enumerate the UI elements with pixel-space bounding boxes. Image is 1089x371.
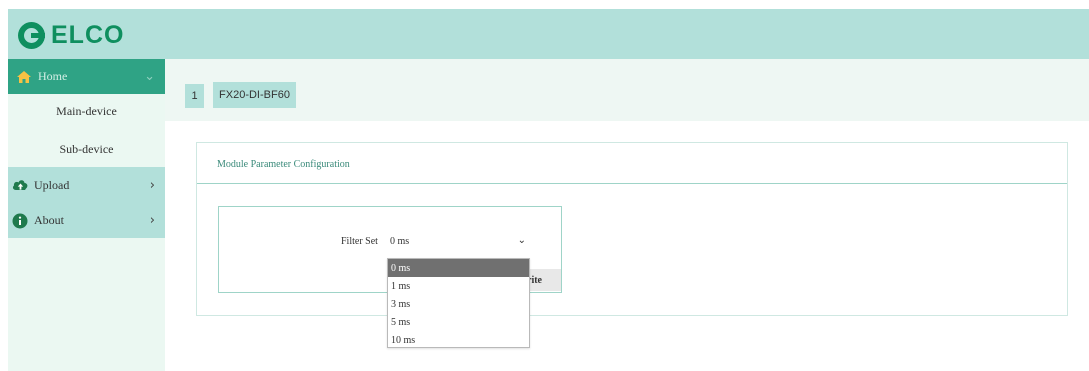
card-title: Module Parameter Configuration (217, 159, 350, 170)
filter-set-select[interactable]: 0 ms ⌄ (387, 229, 530, 254)
sidebar-item-label: About (34, 213, 64, 227)
sidebar-item-sub-device[interactable]: Sub-device (8, 142, 165, 157)
dropdown-option[interactable]: 3 ms (388, 295, 529, 313)
tabs-bar (165, 59, 1089, 121)
cloud-upload-icon (12, 177, 28, 193)
sidebar: Home ⌄ Main-device Sub-device Upload › A… (8, 59, 165, 371)
chevron-right-icon: › (149, 177, 155, 193)
tab-index[interactable]: 1 (185, 84, 204, 108)
sidebar-item-about[interactable]: About › (8, 203, 165, 238)
logo-mark-icon (18, 21, 45, 49)
chevron-right-icon: › (149, 213, 155, 228)
dropdown-option[interactable]: 0 ms (388, 259, 529, 277)
divider (197, 183, 1067, 184)
app-header: ELCO (8, 9, 1089, 59)
sidebar-item-main-device[interactable]: Main-device (8, 104, 165, 119)
dropdown-option[interactable]: 1 ms (388, 277, 529, 295)
info-icon (12, 213, 28, 229)
sidebar-item-label: Upload (34, 177, 70, 192)
chevron-down-icon: ⌄ (144, 69, 155, 84)
logo-text: ELCO (51, 20, 125, 49)
chevron-down-icon: ⌄ (517, 235, 526, 246)
home-icon (16, 69, 32, 85)
filter-set-label: Filter Set (341, 236, 378, 247)
elco-logo: ELCO (18, 20, 124, 50)
sidebar-item-label: Main-device (56, 104, 117, 118)
write-button[interactable]: rite (527, 269, 561, 291)
tab-device[interactable]: FX20-DI-BF60 (213, 82, 296, 108)
sidebar-item-label: Sub-device (59, 142, 114, 156)
dropdown-option[interactable]: 5 ms (388, 313, 529, 331)
dropdown-option[interactable]: 10 ms (388, 331, 529, 349)
sidebar-item-upload[interactable]: Upload › (8, 167, 165, 203)
filter-set-dropdown: 0 ms 1 ms 3 ms 5 ms 10 ms (387, 258, 530, 348)
sidebar-item-label: Home (38, 69, 68, 83)
filter-set-value: 0 ms (390, 236, 410, 247)
sidebar-item-home[interactable]: Home ⌄ (8, 59, 165, 94)
